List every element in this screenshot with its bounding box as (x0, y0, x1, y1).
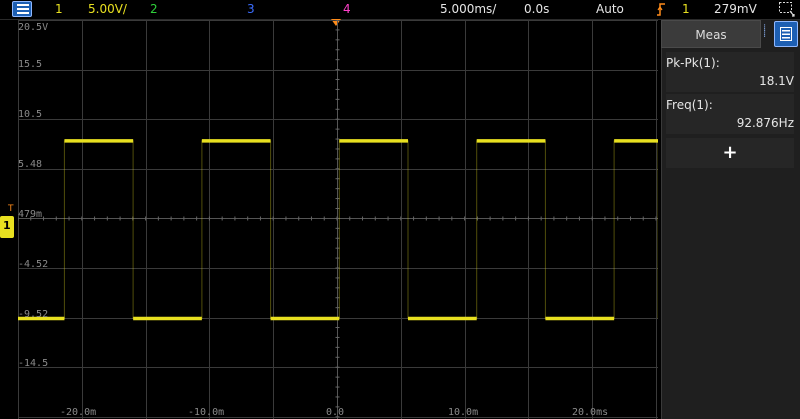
y-axis-label: 10.5 (18, 109, 43, 120)
measurement-freq[interactable]: Freq(1): 92.876Hz (666, 94, 794, 134)
y-axis-label: -9.52 (18, 309, 49, 320)
trigger-source[interactable]: 1 (682, 2, 690, 16)
trigger-level-marker[interactable]: T (8, 204, 14, 214)
measurement-label: Freq(1): (666, 98, 713, 112)
trigger-mode[interactable]: Auto (596, 2, 624, 16)
ch1-label[interactable]: 1 (55, 2, 63, 16)
graticule (18, 20, 658, 419)
x-axis-label: -20.0m (60, 407, 97, 418)
trigger-edge-icon (657, 3, 665, 16)
menu-icon (17, 4, 29, 14)
ch4-label[interactable]: 4 (343, 2, 351, 16)
y-axis-label: 15.5 (18, 59, 43, 70)
ch1-scale[interactable]: 5.00V/ (88, 2, 127, 16)
ch3-label[interactable]: 3 (247, 2, 255, 16)
main-menu-button[interactable] (12, 1, 32, 17)
x-axis-label: 20.0ms (572, 407, 609, 418)
x-axis-label: 10.0m (448, 407, 479, 418)
measurement-value: 92.876Hz (736, 116, 794, 130)
measure-panel-button[interactable] (774, 21, 798, 47)
tab-dots-icon: ⁞ ⁞ (763, 23, 767, 40)
snapshot-icon[interactable] (778, 1, 796, 17)
measure-icon (780, 27, 792, 41)
y-axis-label: -14.5 (18, 358, 49, 369)
delay-value[interactable]: 0.0s (524, 2, 549, 16)
trigger-level[interactable]: 279mV (714, 2, 757, 16)
meas-tab[interactable]: Meas (661, 20, 761, 48)
ch2-label[interactable]: 2 (150, 2, 158, 16)
y-axis-label: 20.5V (18, 22, 49, 33)
measurement-label: Pk-Pk(1): (666, 56, 720, 70)
measurement-panel-header: Meas ⁞ ⁞ (661, 20, 800, 48)
y-axis-label: 479m (18, 209, 43, 220)
x-axis-label: 0.0 (326, 407, 345, 418)
timebase-value[interactable]: 5.000ms/ (440, 2, 496, 16)
measurement-value: 18.1V (759, 74, 794, 88)
ch1-ground-marker[interactable]: 1 (0, 216, 14, 238)
ch1-ground-marker-label: 1 (3, 219, 11, 232)
waveform-display[interactable] (18, 20, 658, 419)
status-bar: 1 5.00V/ 2 3 4 5.000ms/ 0.0s Auto 1 279m… (0, 0, 800, 20)
measurement-pkpk[interactable]: Pk-Pk(1): 18.1V (666, 52, 794, 92)
y-axis-label: -4.52 (18, 259, 49, 270)
y-axis-label: 5.48 (18, 159, 43, 170)
x-axis-label: -10.0m (188, 407, 225, 418)
add-measurement-button[interactable]: + (666, 138, 794, 168)
